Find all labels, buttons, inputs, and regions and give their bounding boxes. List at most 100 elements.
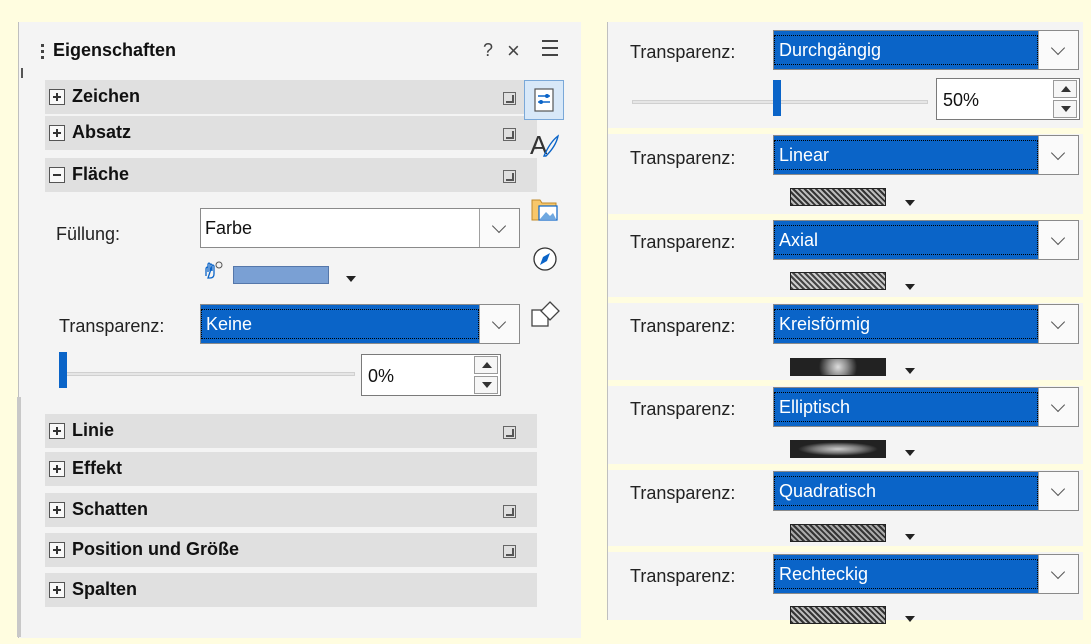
transparency-value: Elliptisch [774, 392, 1038, 422]
gradient-preview-ellipsoid[interactable] [790, 440, 886, 458]
fill-color-swatch[interactable] [233, 266, 329, 284]
expand-icon[interactable] [49, 542, 65, 558]
section-position-groesse[interactable]: Position und Größe [45, 533, 537, 567]
chevron-down-icon[interactable] [905, 450, 915, 456]
shapes-icon [531, 301, 560, 327]
transparency-dropdown[interactable]: Durchgängig [773, 30, 1079, 70]
panel-title: Eigenschaften [53, 40, 177, 60]
section-label: Schatten [72, 499, 149, 519]
chevron-down-icon[interactable] [1038, 472, 1078, 510]
section-linie[interactable]: Linie [45, 414, 537, 448]
transparency-dropdown[interactable]: Rechteckig [773, 554, 1079, 594]
chevron-down-icon[interactable] [1038, 388, 1078, 426]
expand-icon[interactable] [49, 423, 65, 439]
transparency-dropdown[interactable]: Kreisförmig [773, 304, 1079, 344]
transparency-value: Kreisförmig [774, 309, 1038, 339]
gradient-preview-radial[interactable] [790, 358, 886, 376]
transparency-label: Transparenz: [630, 399, 736, 419]
fill-value: Farbe [205, 218, 253, 238]
fill-dropdown[interactable]: Farbe [200, 208, 520, 248]
more-options-icon[interactable] [503, 92, 516, 105]
expand-icon[interactable] [49, 89, 65, 105]
gallery-icon [531, 199, 558, 221]
section-spalten[interactable]: Spalten [45, 573, 537, 607]
help-button[interactable]: ? [483, 40, 493, 61]
section-effekt[interactable]: Effekt [45, 452, 537, 486]
transparency-slider-thumb[interactable] [59, 352, 67, 388]
gradient-preview-rectangular[interactable] [790, 606, 886, 624]
more-options-icon[interactable] [503, 170, 516, 183]
chevron-down-icon[interactable] [1038, 555, 1078, 593]
navigator-deck-button[interactable] [526, 240, 566, 280]
spin-down-icon[interactable] [474, 376, 498, 394]
transparency-dropdown[interactable]: Quadratisch [773, 471, 1079, 511]
chevron-down-icon[interactable] [1038, 305, 1078, 343]
transparency-dropdown[interactable]: Linear [773, 135, 1079, 175]
spin-down-icon[interactable] [1053, 100, 1077, 118]
gallery-deck-button[interactable] [526, 190, 566, 230]
section-flaeche[interactable]: Fläche [45, 158, 537, 192]
properties-icon [534, 88, 554, 112]
chevron-down-icon[interactable] [905, 200, 915, 206]
section-label: Spalten [72, 579, 138, 599]
transparency-spin-value: 50% [943, 90, 980, 110]
drag-handle-icon[interactable] [41, 44, 45, 64]
close-button[interactable]: × [507, 38, 520, 64]
chevron-down-icon[interactable] [905, 368, 915, 374]
properties-panel: Eigenschaften ? × Zeichen Absatz Fläche … [17, 22, 581, 638]
styles-icon: A [530, 130, 560, 160]
expand-icon[interactable] [49, 582, 65, 598]
gradient-preview-axial[interactable] [790, 272, 886, 290]
section-schatten[interactable]: Schatten [45, 493, 537, 527]
more-options-icon[interactable] [503, 128, 516, 141]
expand-icon[interactable] [49, 461, 65, 477]
chevron-down-icon[interactable] [905, 284, 915, 290]
styles-deck-button[interactable]: A [526, 126, 566, 166]
transparency-spinbox[interactable]: 50% [936, 78, 1080, 120]
section-zeichen[interactable]: Zeichen [45, 80, 537, 114]
transparency-label: Transparenz: [630, 42, 736, 62]
chevron-down-icon[interactable] [479, 305, 519, 343]
section-label: Absatz [72, 122, 132, 142]
expand-icon[interactable] [49, 125, 65, 141]
panel-header: Eigenschaften ? × [41, 38, 541, 68]
properties-deck-button[interactable] [524, 80, 564, 120]
transparency-dropdown[interactable]: Elliptisch [773, 387, 1079, 427]
section-label: Zeichen [72, 86, 141, 106]
transparency-spinbox[interactable]: 0% [361, 354, 501, 396]
fill-label: Füllung: [56, 224, 121, 244]
chevron-down-icon[interactable] [346, 276, 356, 282]
expand-icon[interactable] [49, 502, 65, 518]
transparency-value: Quadratisch [774, 476, 1038, 506]
spin-up-icon[interactable] [474, 356, 498, 374]
section-label: Effekt [72, 458, 123, 478]
transparency-value: Axial [774, 225, 1038, 255]
chevron-down-icon[interactable] [905, 616, 915, 622]
transparency-label: Transparenz: [630, 148, 736, 168]
transparency-dropdown[interactable]: Keine [200, 304, 520, 344]
more-options-icon[interactable] [503, 426, 516, 439]
section-absatz[interactable]: Absatz [45, 116, 537, 150]
chevron-down-icon[interactable] [1038, 136, 1078, 174]
chevron-down-icon[interactable] [1038, 221, 1078, 259]
transparency-slider-thumb[interactable] [773, 80, 781, 116]
fill-format-icon[interactable] [202, 260, 226, 282]
transparency-dropdown[interactable]: Axial [773, 220, 1079, 260]
spin-up-icon[interactable] [1053, 80, 1077, 98]
more-options-icon[interactable] [503, 505, 516, 518]
gradient-preview-linear[interactable] [790, 188, 886, 206]
collapse-icon[interactable] [49, 167, 65, 183]
sidebar-menu-icon[interactable] [542, 40, 558, 61]
chevron-down-icon[interactable] [905, 534, 915, 540]
panel-edge-mark [21, 68, 23, 78]
chevron-down-icon[interactable] [479, 209, 519, 247]
transparency-value: Linear [774, 140, 1038, 170]
navigator-icon [533, 247, 557, 271]
more-options-icon[interactable] [503, 545, 516, 558]
gradient-preview-square[interactable] [790, 524, 886, 542]
panel-scrollbar[interactable] [17, 397, 21, 637]
shapes-deck-button[interactable] [526, 296, 566, 336]
section-label: Linie [72, 420, 115, 440]
transparency-slider-track[interactable] [65, 372, 355, 376]
chevron-down-icon[interactable] [1038, 31, 1078, 69]
